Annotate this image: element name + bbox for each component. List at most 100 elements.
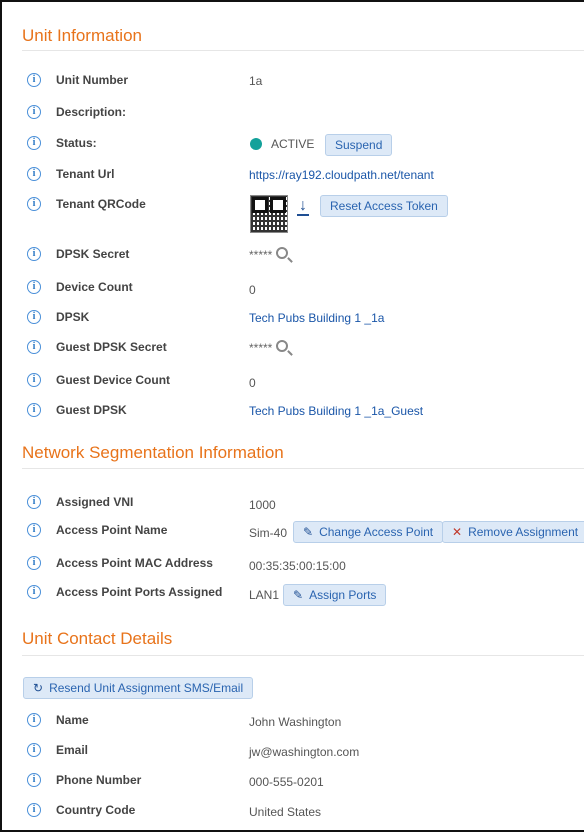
remove-assignment-label: Remove Assignment [468, 525, 579, 539]
access-point-name-row: i Access Point Name Sim-40 ✎ Change Acces… [2, 521, 584, 543]
remove-assignment-button[interactable]: ✕ Remove Assignment [442, 521, 584, 543]
unit-number-value: 1a [249, 74, 263, 88]
tenant-url-row: i Tenant Url https://ray192.cloudpath.ne… [2, 165, 584, 187]
pencil-icon: ✎ [293, 588, 304, 602]
access-point-name-value: Sim-40 [249, 526, 288, 540]
status-value: ACTIVE [271, 137, 315, 151]
info-icon[interactable]: i [27, 310, 41, 324]
info-icon[interactable]: i [27, 495, 41, 509]
tenant-qrcode-label: Tenant QRCode [56, 197, 146, 211]
contact-email-value: jw@washington.com [249, 745, 360, 759]
assigned-vni-value: 1000 [249, 498, 276, 512]
tenant-url-label: Tenant Url [56, 167, 115, 181]
info-icon[interactable]: i [27, 585, 41, 599]
search-icon[interactable] [276, 247, 288, 259]
info-icon[interactable]: i [27, 136, 41, 150]
contact-phone-row: i Phone Number 000-555-0201 [2, 771, 584, 793]
description-row: i Description: [2, 103, 584, 125]
access-point-ports-label: Access Point Ports Assigned [56, 585, 223, 599]
info-icon[interactable]: i [27, 803, 41, 817]
contact-name-value: John Washington [249, 715, 342, 729]
info-icon[interactable]: i [27, 523, 41, 537]
contact-country-value: United States [249, 805, 322, 819]
unit-contact-details-title: Unit Contact Details [22, 629, 173, 648]
info-icon[interactable]: i [27, 197, 41, 211]
device-count-row: i Device Count 0 [2, 278, 584, 300]
unit-number-row: i Unit Number 1a [2, 71, 584, 93]
change-access-point-button[interactable]: ✎ Change Access Point [293, 521, 444, 543]
resend-assignment-button[interactable]: ↻ Resend Unit Assignment SMS/Email [23, 677, 254, 699]
guest-dpsk-secret-row: i Guest DPSK Secret ***** [2, 338, 584, 360]
assign-ports-button[interactable]: ✎ Assign Ports [283, 584, 387, 606]
assign-ports-label: Assign Ports [309, 588, 377, 602]
device-count-value: 0 [249, 283, 256, 297]
info-icon[interactable]: i [27, 280, 41, 294]
info-icon[interactable]: i [27, 773, 41, 787]
change-access-point-label: Change Access Point [319, 525, 434, 539]
access-point-ports-row: i Access Point Ports Assigned LAN1 ✎ Assi… [2, 583, 584, 606]
access-point-name-label: Access Point Name [56, 523, 168, 537]
contact-email-label: Email [56, 743, 89, 757]
dpsk-secret-value: ***** [249, 248, 273, 262]
contact-name-label: Name [56, 713, 89, 727]
access-point-mac-row: i Access Point MAC Address 00:35:35:00:1… [2, 554, 584, 576]
divider [22, 50, 584, 51]
dpsk-secret-row: i DPSK Secret ***** [2, 245, 584, 267]
dpsk-row: i DPSK Tech Pubs Building 1 _1a [2, 308, 584, 330]
contact-phone-value: 000-555-0201 [249, 775, 324, 789]
device-count-label: Device Count [56, 280, 133, 294]
dpsk-label: DPSK [56, 310, 90, 324]
info-icon[interactable]: i [27, 340, 41, 354]
info-icon[interactable]: i [27, 713, 41, 727]
access-point-ports-value: LAN1 [249, 588, 280, 602]
guest-device-count-value: 0 [249, 376, 256, 390]
refresh-icon: ↻ [33, 681, 44, 695]
assigned-vni-row: i Assigned VNI 1000 [2, 493, 584, 515]
contact-country-row: i Country Code United States [2, 801, 584, 823]
info-icon[interactable]: i [27, 403, 41, 417]
info-icon[interactable]: i [27, 73, 41, 87]
guest-device-count-label: Guest Device Count [56, 373, 171, 387]
contact-email-row: i Email jw@washington.com [2, 741, 584, 763]
info-icon[interactable]: i [27, 105, 41, 119]
unit-information-title: Unit Information [22, 26, 142, 45]
contact-phone-label: Phone Number [56, 773, 142, 787]
download-icon[interactable]: ↓ [296, 197, 310, 216]
reset-access-token-button[interactable]: Reset Access Token [320, 195, 448, 217]
guest-dpsk-label: Guest DPSK [56, 403, 127, 417]
resend-assignment-label: Resend Unit Assignment SMS/Email [49, 681, 244, 695]
assigned-vni-label: Assigned VNI [56, 495, 134, 509]
access-point-mac-label: Access Point MAC Address [56, 556, 213, 570]
info-icon[interactable]: i [27, 743, 41, 757]
access-point-mac-value: 00:35:35:00:15:00 [249, 559, 346, 573]
contact-country-label: Country Code [56, 803, 136, 817]
description-label: Description: [56, 105, 127, 119]
tenant-qrcode-row: i Tenant QRCode ↓ Reset Access Token [2, 195, 584, 237]
pencil-icon: ✎ [303, 525, 314, 539]
divider [22, 655, 584, 656]
dpsk-secret-label: DPSK Secret [56, 247, 130, 261]
status-row: i Status: ACTIVE Suspend [2, 134, 584, 156]
status-label: Status: [56, 136, 97, 150]
network-segmentation-title: Network Segmentation Information [22, 443, 284, 462]
unit-number-label: Unit Number [56, 73, 128, 87]
guest-dpsk-link[interactable]: Tech Pubs Building 1 _1a_Guest [249, 404, 423, 418]
info-icon[interactable]: i [27, 556, 41, 570]
contact-name-row: i Name John Washington [2, 711, 584, 733]
guest-dpsk-secret-label: Guest DPSK Secret [56, 340, 167, 354]
unit-details-panel: Unit Information i Unit Number 1a i Desc… [0, 0, 584, 832]
tenant-url-link[interactable]: https://ray192.cloudpath.net/tenant [249, 168, 434, 182]
close-icon: ✕ [452, 525, 463, 539]
info-icon[interactable]: i [27, 373, 41, 387]
dpsk-link[interactable]: Tech Pubs Building 1 _1a [249, 311, 384, 325]
search-icon[interactable] [276, 340, 288, 352]
info-icon[interactable]: i [27, 247, 41, 261]
info-icon[interactable]: i [27, 167, 41, 181]
guest-dpsk-row: i Guest DPSK Tech Pubs Building 1 _1a_Gu… [2, 401, 584, 423]
divider [22, 468, 584, 469]
guest-device-count-row: i Guest Device Count 0 [2, 371, 584, 393]
suspend-button[interactable]: Suspend [325, 134, 393, 156]
status-active-icon [250, 138, 262, 150]
qrcode-image [250, 195, 288, 233]
guest-dpsk-secret-value: ***** [249, 341, 273, 355]
